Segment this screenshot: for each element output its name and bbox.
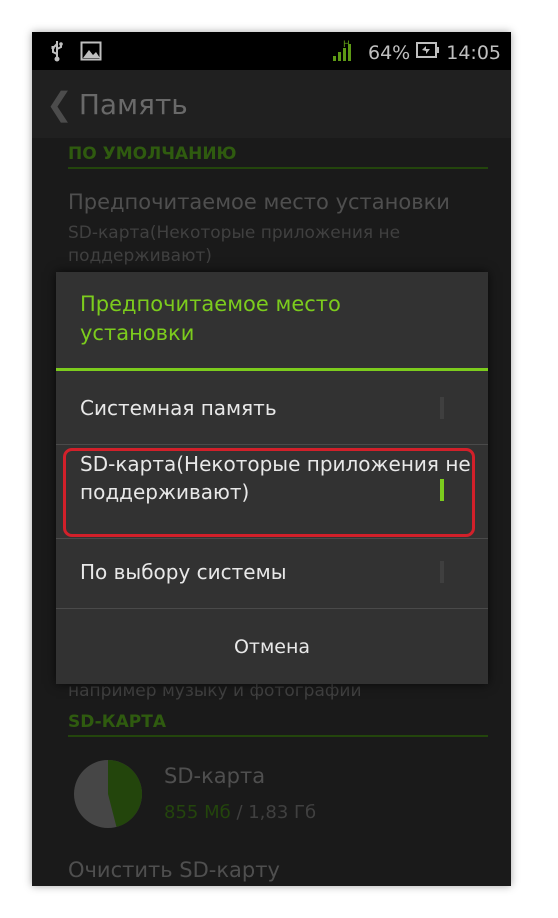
option-label: Системная память xyxy=(80,396,277,420)
option-system-choice[interactable]: По выбору системы xyxy=(56,539,488,607)
dialog-title-divider xyxy=(56,368,488,371)
option-system-memory[interactable]: Системная память xyxy=(56,372,488,444)
install-location-dialog: Предпочитаемое место установки Системная… xyxy=(56,272,488,684)
selection-highlight xyxy=(63,448,475,537)
cancel-button[interactable]: Отмена xyxy=(56,610,488,684)
dialog-title: Предпочитаемое место установки xyxy=(80,292,341,345)
option-divider xyxy=(56,608,488,609)
phone-screen: H 64% 14:05 ❮ Память ПО УМОЛЧАНИЮ Предпо… xyxy=(32,32,511,886)
option-label: По выбору системы xyxy=(80,560,287,584)
radio-indicator[interactable] xyxy=(440,397,444,419)
radio-indicator[interactable] xyxy=(440,561,444,583)
